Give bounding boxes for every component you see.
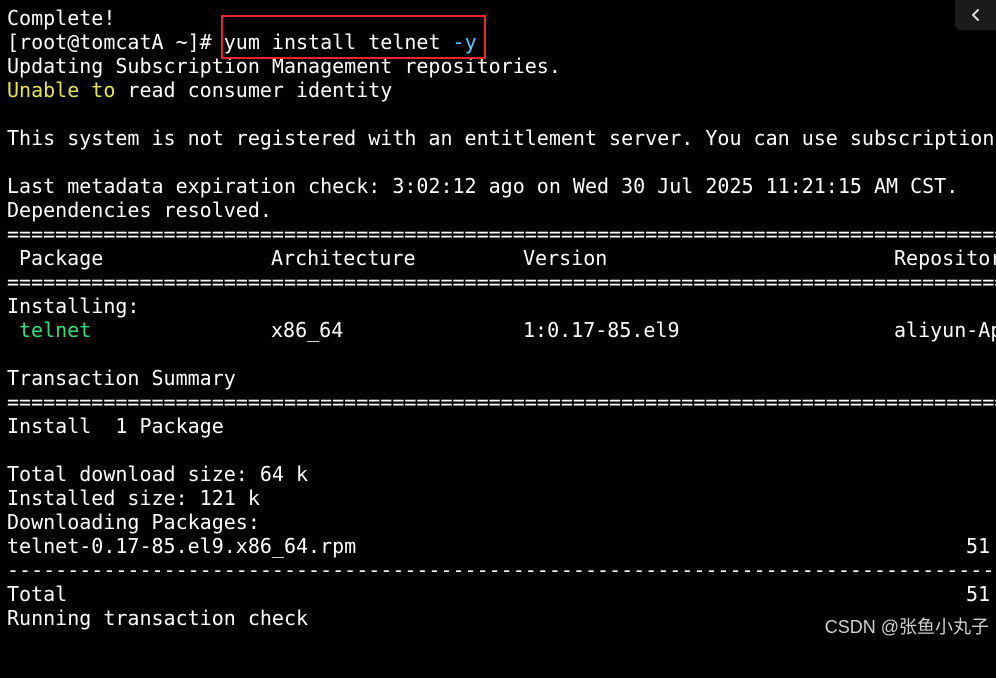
chevron-left-icon	[971, 8, 981, 22]
header-repository: Repositor	[894, 246, 996, 270]
shell-prompt: [root@tomcatA ~]#	[7, 30, 224, 54]
total-row: Total 51	[7, 582, 996, 606]
rpm-filename: telnet-0.17-85.el9.x86_64.rpm	[7, 534, 357, 558]
transaction-summary-label: Transaction Summary	[7, 366, 236, 390]
header-package: Package	[19, 246, 104, 270]
warning-rest: read consumer identity	[115, 78, 393, 102]
download-row: telnet-0.17-85.el9.x86_64.rpm 51	[7, 534, 996, 558]
rpm-speed: 51	[966, 534, 991, 558]
separator-double: ========================================…	[7, 270, 996, 294]
row-version: 1:0.17-85.el9	[523, 318, 680, 342]
command-highlight-box	[221, 15, 486, 59]
output-line-not-registered: This system is not registered with an en…	[7, 126, 996, 150]
table-header-row: Package Architecture Version Repositor	[7, 246, 996, 270]
warning-text: Unable to	[7, 78, 116, 102]
row-repository: aliyun-Ap	[894, 318, 996, 342]
output-line-complete: Complete!	[7, 6, 116, 30]
output-line-unable: Unable to read consumer identity	[7, 78, 996, 102]
downloading-packages: Downloading Packages:	[7, 510, 260, 534]
watermark-text: CSDN @张鱼小丸子	[824, 617, 989, 637]
terminal-output: Complete! [root@tomcatA ~]# yum install …	[7, 6, 996, 630]
output-line-updating: Updating Subscription Management reposit…	[7, 54, 561, 78]
installed-size: Installed size: 121 k	[7, 486, 260, 510]
table-row: telnet x86_64 1:0.17-85.el9 aliyun-Ap	[7, 318, 996, 342]
header-version: Version	[523, 246, 608, 270]
separator-dash: ----------------------------------------…	[7, 558, 996, 582]
command-line[interactable]: [root@tomcatA ~]# yum install telnet -y	[7, 30, 996, 54]
output-line-dependencies: Dependencies resolved.	[7, 198, 272, 222]
row-architecture: x86_64	[271, 318, 344, 342]
separator-double: ========================================…	[7, 222, 996, 246]
install-count: Install 1 Package	[7, 414, 224, 438]
output-line-metadata: Last metadata expiration check: 3:02:12 …	[7, 174, 959, 198]
total-label: Total	[7, 582, 68, 606]
total-speed: 51	[966, 582, 991, 606]
header-architecture: Architecture	[271, 246, 416, 270]
row-package: telnet	[19, 318, 92, 342]
total-download-size: Total download size: 64 k	[7, 462, 309, 486]
installing-label: Installing:	[7, 294, 140, 318]
collapse-button[interactable]	[955, 0, 996, 30]
separator-double: ========================================…	[7, 390, 996, 414]
